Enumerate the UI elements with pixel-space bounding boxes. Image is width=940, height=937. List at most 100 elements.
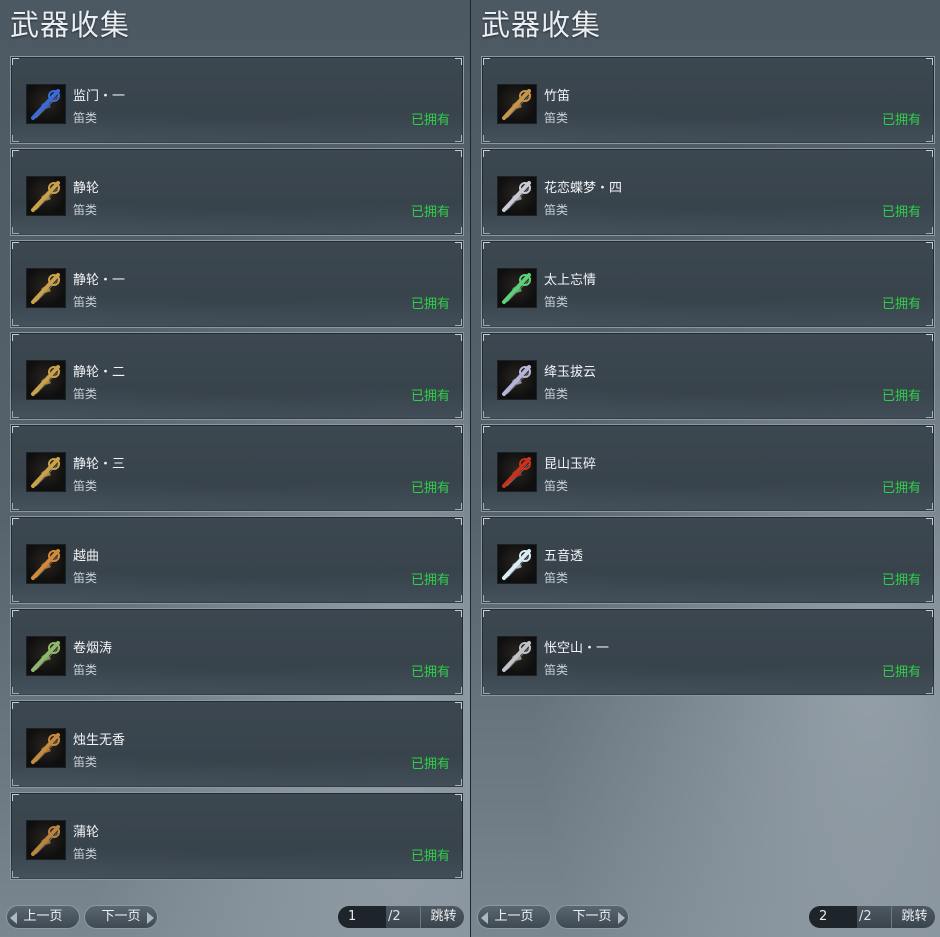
corner-ornament bbox=[926, 319, 933, 326]
corner-ornament bbox=[926, 334, 933, 341]
corner-ornament bbox=[455, 610, 462, 617]
weapon-type: 笛类 bbox=[544, 663, 569, 677]
page-jump-box: 2 /2 跳转 bbox=[808, 905, 936, 929]
page-total: /2 bbox=[859, 909, 872, 924]
weapon-type: 笛类 bbox=[544, 387, 569, 401]
gold-claw-flute-icon bbox=[26, 176, 66, 216]
corner-ornament bbox=[926, 595, 933, 602]
corner-ornament bbox=[483, 58, 490, 65]
weapon-card[interactable]: 监门・一 笛类 已拥有 bbox=[10, 56, 464, 144]
corner-ornament bbox=[926, 411, 933, 418]
corner-ornament bbox=[12, 518, 19, 525]
silver-serpent-flute-icon bbox=[497, 360, 537, 400]
corner-ornament bbox=[926, 227, 933, 234]
page-number-input[interactable]: 2 bbox=[809, 906, 857, 928]
corner-ornament bbox=[12, 426, 19, 433]
weapon-name: 昆山玉碎 bbox=[544, 457, 597, 472]
bronze-ornate-flute-icon bbox=[26, 728, 66, 768]
arrow-left-icon bbox=[10, 912, 17, 924]
owned-status: 已拥有 bbox=[881, 665, 921, 680]
corner-ornament bbox=[12, 779, 19, 786]
corner-ornament bbox=[926, 242, 933, 249]
copper-spear-flute-icon bbox=[26, 544, 66, 584]
weapon-card[interactable]: 竹笛 笛类 已拥有 bbox=[481, 56, 935, 144]
weapon-name: 静轮・三 bbox=[73, 457, 126, 472]
corner-ornament bbox=[12, 150, 19, 157]
weapon-card[interactable]: 花恋蝶梦・四 笛类 已拥有 bbox=[481, 148, 935, 236]
weapon-list: 监门・一 笛类 已拥有 静轮 笛类 已拥有 静轮・一 笛类 已拥有 静轮・二 笛类 已拥有 静轮・三 笛类… bbox=[10, 56, 464, 884]
weapon-card[interactable]: 蒲轮笛类 已拥有 bbox=[10, 792, 464, 880]
owned-status: 已拥有 bbox=[410, 205, 450, 220]
weapon-collection-panel-right: 武器收集 竹笛 笛类 已拥有 花恋蝶梦・四 笛类 已拥有 太上忘情 笛类 已拥有 绛玉拔云 笛类 已拥… bbox=[470, 0, 940, 937]
corner-ornament bbox=[483, 518, 490, 525]
next-page-button[interactable]: 下一页 bbox=[555, 905, 629, 929]
prev-page-label: 上一页 bbox=[494, 909, 534, 924]
corner-ornament bbox=[455, 871, 462, 878]
corner-ornament bbox=[12, 503, 19, 510]
weapon-type: 笛类 bbox=[544, 295, 569, 309]
owned-status: 已拥有 bbox=[881, 113, 921, 128]
weapon-card[interactable]: 静轮 笛类 已拥有 bbox=[10, 148, 464, 236]
page-jump-box: 1 /2 跳转 bbox=[337, 905, 465, 929]
prev-page-button[interactable]: 上一页 bbox=[6, 905, 80, 929]
silver-blade-flute-icon bbox=[497, 636, 537, 676]
corner-ornament bbox=[12, 334, 19, 341]
weapon-card[interactable]: 静轮・一 笛类 已拥有 bbox=[10, 240, 464, 328]
corner-ornament bbox=[12, 319, 19, 326]
jade-dragon-flute-icon bbox=[26, 636, 66, 676]
green-silver-flute-icon bbox=[497, 268, 537, 308]
corner-ornament bbox=[483, 334, 490, 341]
panel-title: 武器收集 bbox=[481, 8, 602, 42]
owned-status: 已拥有 bbox=[881, 205, 921, 220]
pagination-bar: 上一页 下一页 2 /2 跳转 bbox=[471, 905, 940, 931]
weapon-type: 笛类 bbox=[73, 663, 98, 677]
owned-status: 已拥有 bbox=[881, 389, 921, 404]
jump-button[interactable]: 跳转 bbox=[420, 906, 464, 928]
corner-ornament bbox=[455, 319, 462, 326]
weapon-card[interactable]: 卷烟涛 笛类 已拥有 bbox=[10, 608, 464, 696]
owned-status: 已拥有 bbox=[881, 297, 921, 312]
corner-ornament bbox=[455, 411, 462, 418]
next-page-button[interactable]: 下一页 bbox=[84, 905, 158, 929]
weapon-card[interactable]: 越曲 笛类 已拥有 bbox=[10, 516, 464, 604]
weapon-type: 笛类 bbox=[544, 571, 569, 585]
weapon-name: 太上忘情 bbox=[544, 273, 597, 288]
corner-ornament bbox=[483, 610, 490, 617]
corner-ornament bbox=[483, 135, 490, 142]
weapon-name: 监门・一 bbox=[73, 89, 126, 104]
page-number-input[interactable]: 1 bbox=[338, 906, 386, 928]
weapon-type: 笛类 bbox=[73, 387, 98, 401]
corner-ornament bbox=[455, 779, 462, 786]
weapon-name: 绛玉拔云 bbox=[544, 365, 597, 380]
weapon-card[interactable]: 绛玉拔云笛类 已拥有 bbox=[481, 332, 935, 420]
prev-page-label: 上一页 bbox=[23, 909, 63, 924]
corner-ornament bbox=[12, 794, 19, 801]
panel-title: 武器收集 bbox=[10, 8, 131, 42]
corner-ornament bbox=[483, 426, 490, 433]
weapon-card[interactable]: 怅空山・一 笛类 已拥有 bbox=[481, 608, 935, 696]
jump-button[interactable]: 跳转 bbox=[891, 906, 935, 928]
weapon-card[interactable]: 太上忘情笛类 已拥有 bbox=[481, 240, 935, 328]
corner-ornament bbox=[455, 503, 462, 510]
weapon-card[interactable]: 五音透 笛类 已拥有 bbox=[481, 516, 935, 604]
arrow-right-icon bbox=[147, 912, 154, 924]
corner-ornament bbox=[12, 871, 19, 878]
next-page-label: 下一页 bbox=[572, 909, 612, 924]
owned-status: 已拥有 bbox=[410, 481, 450, 496]
weapon-name: 卷烟涛 bbox=[73, 641, 113, 656]
corner-ornament bbox=[12, 610, 19, 617]
weapon-type: 笛类 bbox=[73, 111, 98, 125]
corner-ornament bbox=[455, 334, 462, 341]
owned-status: 已拥有 bbox=[410, 849, 450, 864]
corner-ornament bbox=[926, 687, 933, 694]
weapon-card[interactable]: 昆山玉碎 笛类 已拥有 bbox=[481, 424, 935, 512]
weapon-name: 静轮 bbox=[73, 181, 100, 196]
weapon-name: 蒲轮 bbox=[73, 825, 100, 840]
prev-page-button[interactable]: 上一页 bbox=[477, 905, 551, 929]
weapon-card[interactable]: 烛生无香 笛类 已拥有 bbox=[10, 700, 464, 788]
weapon-card[interactable]: 静轮・三 笛类 已拥有 bbox=[10, 424, 464, 512]
corner-ornament bbox=[483, 227, 490, 234]
ice-crystal-flute-icon bbox=[497, 544, 537, 584]
weapon-card[interactable]: 静轮・二 笛类 已拥有 bbox=[10, 332, 464, 420]
weapon-type: 笛类 bbox=[73, 847, 98, 861]
